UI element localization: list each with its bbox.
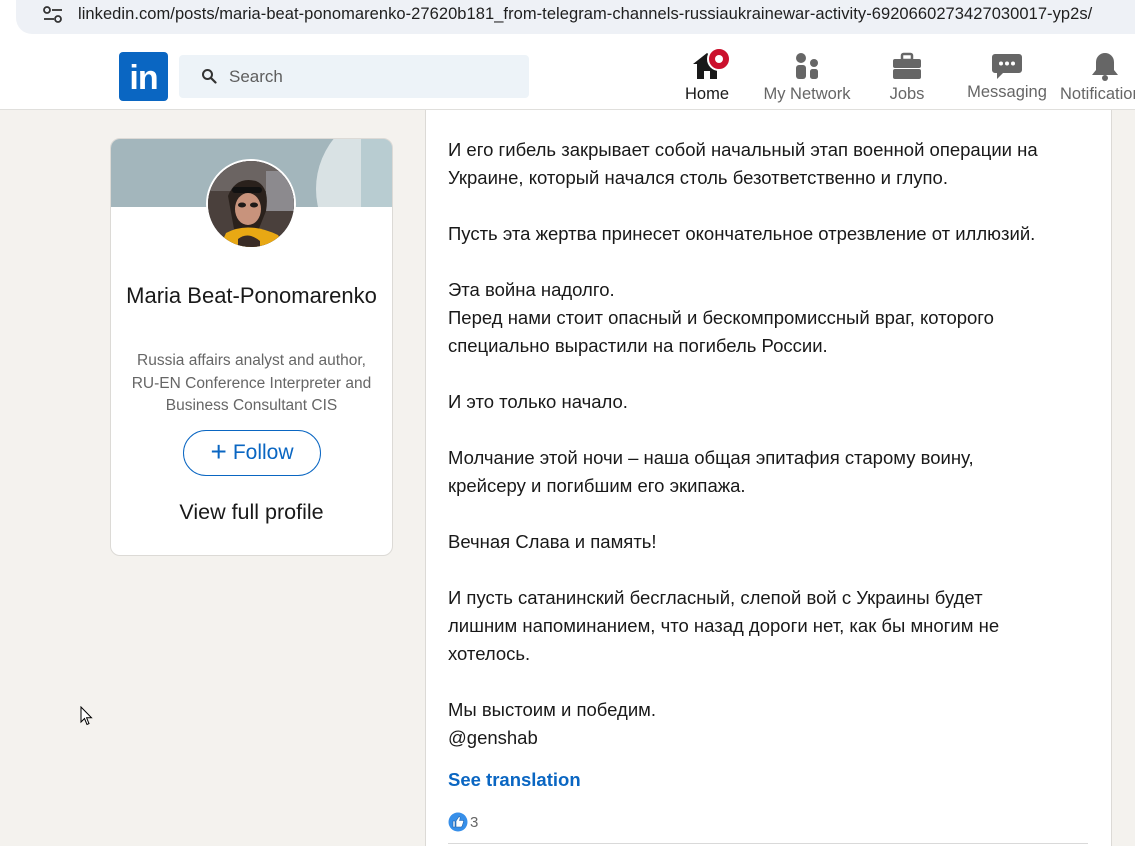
- post-paragraph: Эта война надолго. Перед нами стоит опасн…: [448, 276, 1098, 360]
- post-line: И это только начало.: [448, 391, 628, 412]
- browser-address-bar: linkedin.com/posts/maria-beat-ponomarenk…: [0, 0, 1135, 44]
- post-line: специально вырастили на погибель России.: [448, 335, 828, 356]
- post-paragraph: И это только начало.: [448, 388, 1098, 416]
- see-translation-link[interactable]: See translation: [448, 769, 581, 791]
- nav-my-network[interactable]: My Network: [757, 44, 857, 110]
- profile-headline: Russia affairs analyst and author, RU-EN…: [131, 352, 372, 414]
- notification-badge: [707, 47, 731, 71]
- nav-notifications-label: Notifications: [1060, 85, 1135, 103]
- search-box[interactable]: [179, 55, 529, 98]
- nav-messaging[interactable]: Messaging: [964, 44, 1050, 110]
- reactions-summary[interactable]: 3: [448, 810, 478, 834]
- search-icon: [202, 69, 217, 84]
- mouse-pointer-icon: [80, 706, 93, 726]
- post-paragraph: Вечная Слава и память!: [448, 528, 1098, 556]
- follow-button[interactable]: + Follow: [183, 430, 321, 476]
- nav-home-label: Home: [684, 85, 729, 103]
- linkedin-header: in Home My Network Jobs: [0, 44, 1135, 110]
- follow-label: Follow: [232, 441, 294, 464]
- like-reaction-icon: [448, 812, 468, 832]
- site-settings-icon[interactable]: [42, 5, 64, 25]
- post-line: Украине, который начался столь безответс…: [448, 167, 948, 188]
- post-line: хотелось.: [448, 643, 531, 664]
- plus-icon: +: [210, 435, 227, 467]
- profile-card: Maria Beat-Ponomarenko Russia affairs an…: [110, 138, 393, 556]
- nav-my-network-label: My Network: [763, 85, 851, 103]
- post-line: @genshab: [448, 727, 538, 748]
- chat-bubble-icon: [992, 54, 1022, 79]
- post-paragraph: И пусть сатанинский бесгласный, слепой в…: [448, 584, 1098, 668]
- url-text[interactable]: linkedin.com/posts/maria-beat-ponomarenk…: [78, 5, 1092, 24]
- post-line: Эта война надолго.: [448, 279, 615, 300]
- post-text: И его гибель закрывает собой начальный э…: [448, 136, 1098, 780]
- bell-icon: [1092, 53, 1118, 81]
- post-line: лишним напоминанием, что назад дороги не…: [448, 615, 1000, 636]
- post-line: Мы выстоим и победим.: [448, 699, 657, 720]
- avatar-photo: [208, 161, 294, 247]
- post-line: И пусть сатанинский бесгласный, слепой в…: [448, 587, 983, 608]
- search-input[interactable]: [229, 55, 519, 98]
- nav-jobs-label: Jobs: [889, 85, 925, 103]
- post-line: Пусть эта жертва принесет окончательное …: [448, 223, 1036, 244]
- url-field[interactable]: linkedin.com/posts/maria-beat-ponomarenk…: [16, 0, 1135, 34]
- post-line: Молчание этой ночи – наша общая эпитафия…: [448, 447, 974, 468]
- linkedin-logo[interactable]: in: [119, 52, 168, 101]
- divider: [448, 843, 1088, 844]
- nav-notifications[interactable]: Notifications: [1058, 44, 1135, 110]
- profile-name[interactable]: Maria Beat-Ponomarenko: [111, 279, 392, 313]
- view-full-profile-link[interactable]: View full profile: [111, 500, 392, 525]
- post-paragraph: Пусть эта жертва принесет окончательное …: [448, 220, 1098, 248]
- post-line: И его гибель закрывает собой начальный э…: [448, 139, 1038, 160]
- briefcase-icon: [893, 52, 921, 79]
- post-paragraph: Молчание этой ночи – наша общая эпитафия…: [448, 444, 1098, 500]
- post-paragraph: Мы выстоим и победим. @genshab: [448, 696, 1098, 752]
- post-line: Вечная Слава и память!: [448, 531, 657, 552]
- avatar[interactable]: [206, 159, 296, 249]
- people-icon: [796, 53, 818, 79]
- post-card: И его гибель закрывает собой начальный э…: [425, 110, 1112, 846]
- post-paragraph: И его гибель закрывает собой начальный э…: [448, 136, 1098, 192]
- post-line: Перед нами стоит опасный и бескомпромисс…: [448, 307, 994, 328]
- nav-messaging-label: Messaging: [967, 83, 1047, 101]
- post-line: крейсеру и погибшим его экипажа.: [448, 475, 746, 496]
- reaction-count: 3: [470, 813, 479, 831]
- nav-jobs[interactable]: Jobs: [880, 44, 934, 110]
